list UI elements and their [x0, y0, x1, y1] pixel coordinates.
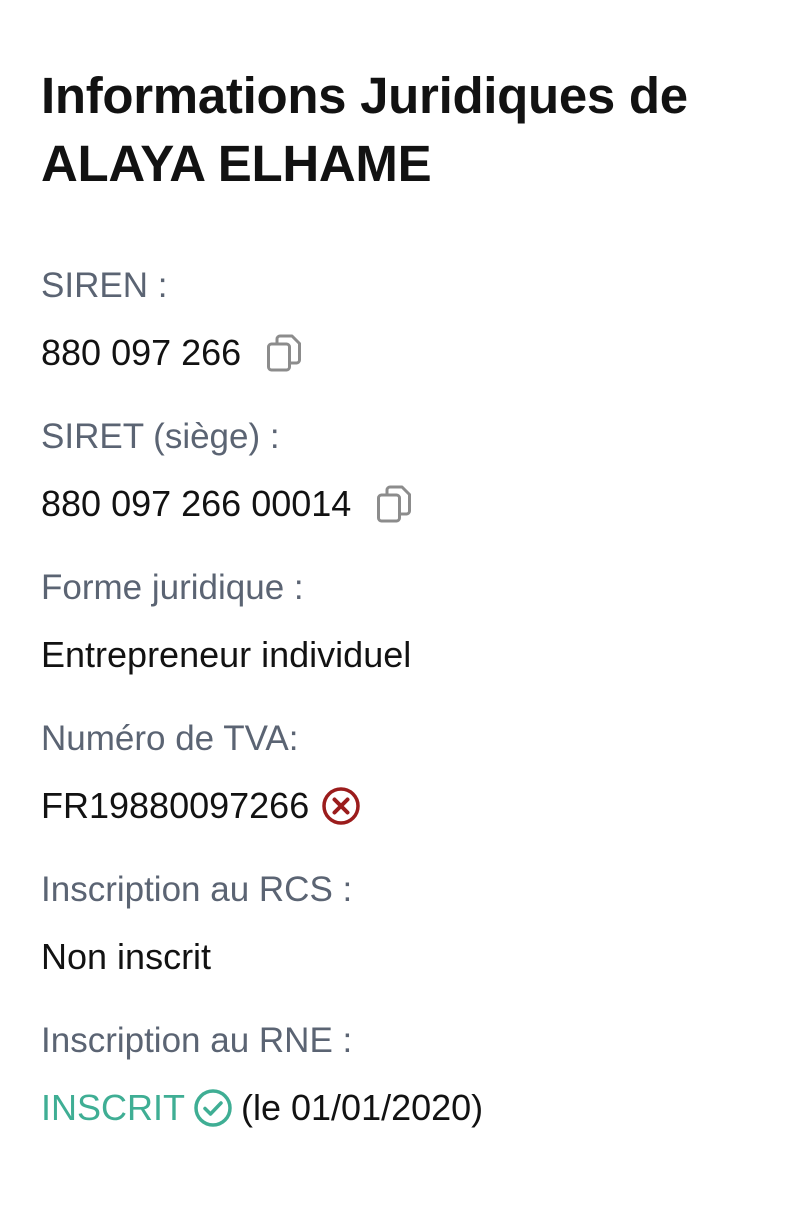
siren-value: 880 097 266 [41, 332, 242, 373]
forme-juridique-field: Forme juridique : Entrepreneur individue… [41, 568, 759, 719]
tva-value: FR19880097266 [41, 785, 310, 826]
tva-field: Numéro de TVA: FR19880097266 [41, 719, 759, 870]
rne-label: Inscription au RNE : [41, 1021, 353, 1060]
legal-fields: SIREN : 880 097 266 SIRET (siège) : 880 … [41, 266, 759, 1172]
siren-field: SIREN : 880 097 266 [41, 266, 759, 417]
rcs-value: Non inscrit [41, 936, 212, 977]
tva-status [321, 786, 361, 826]
company-name: ALAYA ELHAME [41, 135, 432, 192]
error-circle-x-icon [322, 787, 360, 825]
copy-icon [377, 485, 412, 523]
siren-value-row: 880 097 266 [41, 333, 759, 373]
tva-label: Numéro de TVA: [41, 719, 299, 758]
page-title-line1: Informations Juridiques de [41, 67, 688, 124]
copy-icon [267, 334, 302, 372]
siret-value-row: 880 097 266 00014 [41, 484, 759, 524]
forme-juridique-value-row: Entrepreneur individuel [41, 635, 759, 675]
siret-value: 880 097 266 00014 [41, 483, 352, 524]
legal-info-panel: Informations Juridiques de ALAYA ELHAME … [0, 0, 799, 1206]
siret-field: SIRET (siège) : 880 097 266 00014 [41, 417, 759, 568]
rne-date: (le 01/01/2020) [241, 1087, 484, 1128]
rne-status-icon [193, 1088, 233, 1128]
copy-siret-button[interactable] [375, 484, 413, 524]
forme-juridique-value: Entrepreneur individuel [41, 634, 412, 675]
rcs-field: Inscription au RCS : Non inscrit [41, 870, 759, 1021]
rne-status: INSCRIT [41, 1087, 185, 1128]
rne-value-row: INSCRIT (le 01/01/2020) [41, 1088, 759, 1128]
page-title: Informations Juridiques de ALAYA ELHAME [41, 62, 759, 198]
rcs-value-row: Non inscrit [41, 937, 759, 977]
check-circle-icon [194, 1089, 232, 1127]
tva-value-row: FR19880097266 [41, 786, 759, 826]
copy-siren-button[interactable] [265, 333, 303, 373]
siret-label: SIRET (siège) : [41, 417, 280, 456]
forme-juridique-label: Forme juridique : [41, 568, 304, 607]
rcs-label: Inscription au RCS : [41, 870, 353, 909]
rne-field: Inscription au RNE : INSCRIT (le 01/01/2… [41, 1021, 759, 1172]
siren-label: SIREN : [41, 266, 168, 305]
